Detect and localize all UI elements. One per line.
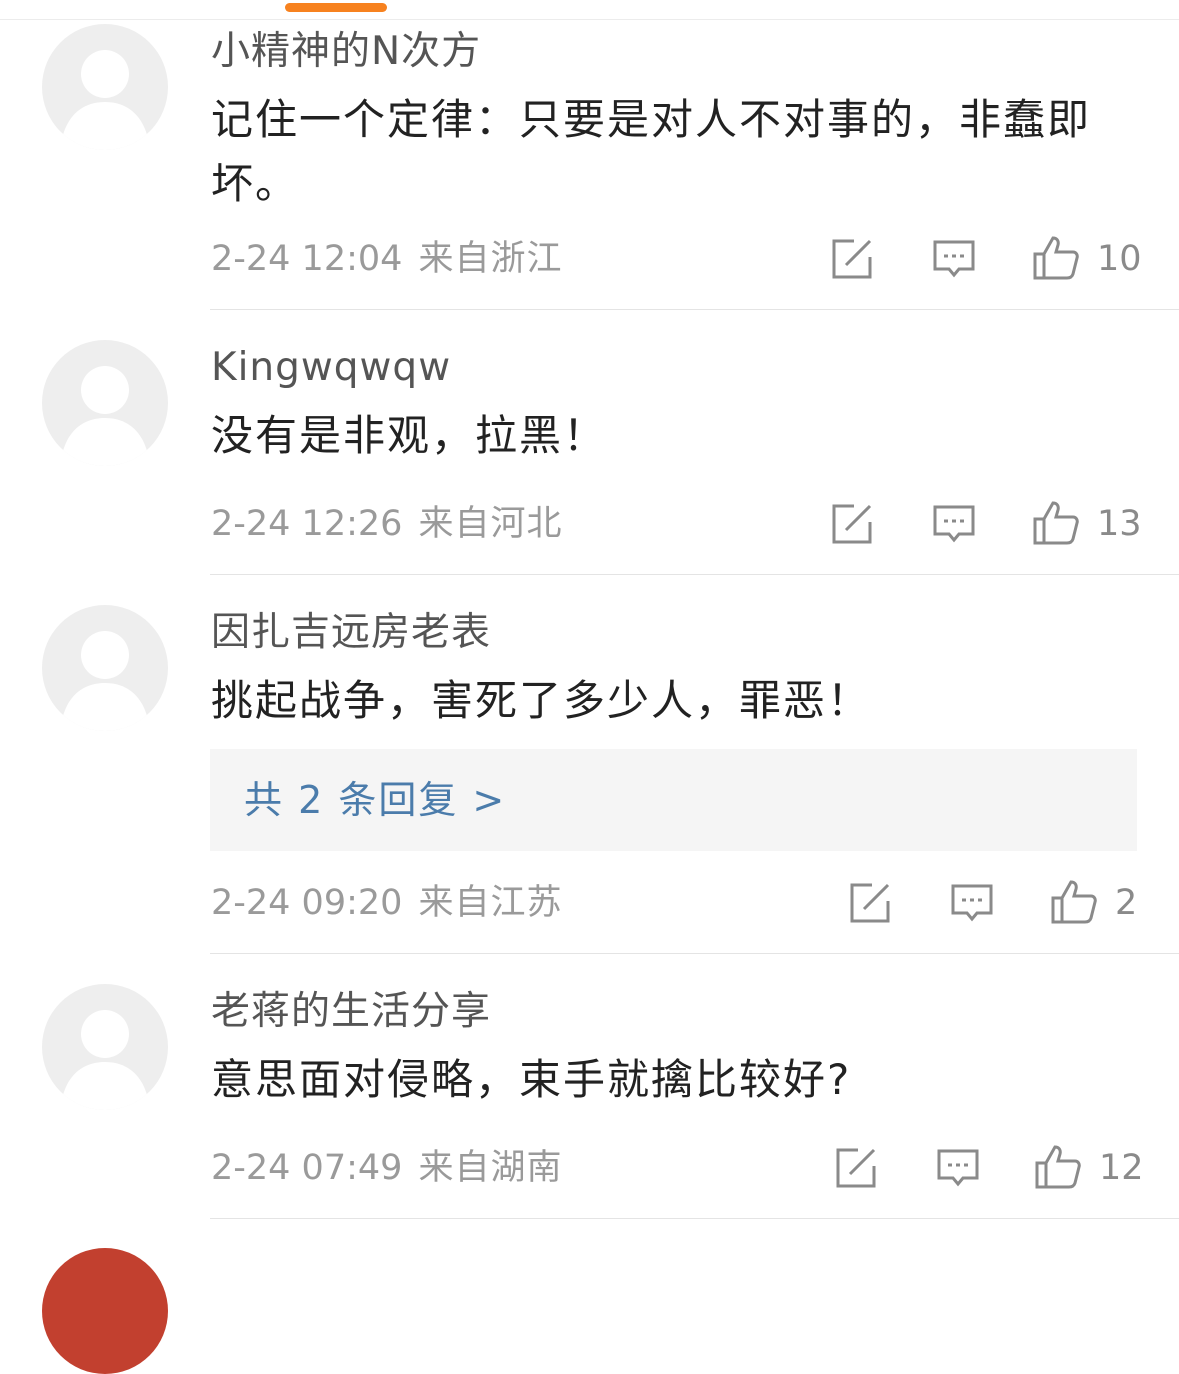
avatar[interactable] [42, 340, 168, 466]
edit-repost-icon[interactable] [848, 881, 892, 925]
comment-icon[interactable] [936, 1146, 980, 1190]
avatar-placeholder-icon [60, 631, 150, 731]
like-count: 2 [1115, 883, 1138, 923]
comment-text: 没有是非观，拉黑！ [211, 411, 608, 460]
like-count: 13 [1097, 504, 1142, 544]
comment-location: 来自江苏 [418, 883, 563, 923]
comment-text: 意思面对侵略，束手就擒比较好? [211, 1055, 852, 1104]
comment-divider [210, 953, 1179, 954]
comment-timestamp: 2-24 07:49 [211, 1148, 403, 1188]
comment-location: 来自湖南 [418, 1148, 563, 1188]
like-count: 12 [1099, 1148, 1144, 1188]
comment-timestamp: 2-24 12:04 [211, 239, 403, 279]
thumbs-up-icon[interactable] [1033, 234, 1079, 280]
comment-meta: 2-24 09:20 来自江苏 [211, 881, 562, 925]
thumbs-up-icon[interactable] [1035, 1143, 1081, 1189]
avatar-placeholder-icon [60, 1010, 150, 1110]
edit-repost-icon[interactable] [830, 237, 874, 281]
comment-username[interactable]: 因扎吉远房老表 [211, 608, 491, 658]
comment-text: 挑起战争，害死了多少人，罪恶！ [211, 676, 872, 725]
avatar[interactable] [42, 605, 168, 731]
comment-location: 来自河北 [418, 504, 563, 544]
comment-text: 记住一个定律：只要是对人不对事的，非蠢即坏。 [211, 95, 1092, 208]
comment-icon[interactable] [932, 502, 976, 546]
avatar-placeholder-icon [60, 50, 150, 150]
avatar-placeholder-icon [60, 366, 150, 466]
comment-icon[interactable] [932, 237, 976, 281]
comment-username[interactable]: 小精神的N次方 [211, 27, 481, 77]
replies-preview[interactable]: 共 2 条回复 > [210, 749, 1137, 851]
thumbs-up-icon[interactable] [1033, 499, 1079, 545]
avatar[interactable] [42, 24, 168, 150]
avatar[interactable] [42, 984, 168, 1110]
thumbs-up-icon[interactable] [1051, 878, 1097, 924]
comment-location: 来自浙江 [418, 239, 563, 279]
comment-username[interactable]: 老蒋的生活分享 [211, 987, 491, 1037]
edit-repost-icon[interactable] [834, 1146, 878, 1190]
avatar[interactable] [42, 1248, 168, 1374]
active-tab-indicator [285, 3, 387, 12]
comment-meta: 2-24 07:49 来自湖南 [211, 1146, 562, 1190]
comment-username[interactable]: Kingwqwqw [211, 343, 451, 393]
comment-timestamp: 2-24 12:26 [211, 504, 403, 544]
comment-timestamp: 2-24 09:20 [211, 883, 403, 923]
edit-repost-icon[interactable] [830, 502, 874, 546]
view-replies-link[interactable]: 共 2 条回复 > [244, 773, 506, 827]
comment-divider [210, 574, 1179, 575]
comment-divider [210, 1218, 1179, 1219]
comment-meta: 2-24 12:04 来自浙江 [211, 237, 562, 281]
header-divider [0, 19, 1179, 20]
like-count: 10 [1097, 239, 1142, 279]
comment-divider [210, 309, 1179, 310]
comment-icon[interactable] [950, 881, 994, 925]
comment-meta: 2-24 12:26 来自河北 [211, 502, 562, 546]
